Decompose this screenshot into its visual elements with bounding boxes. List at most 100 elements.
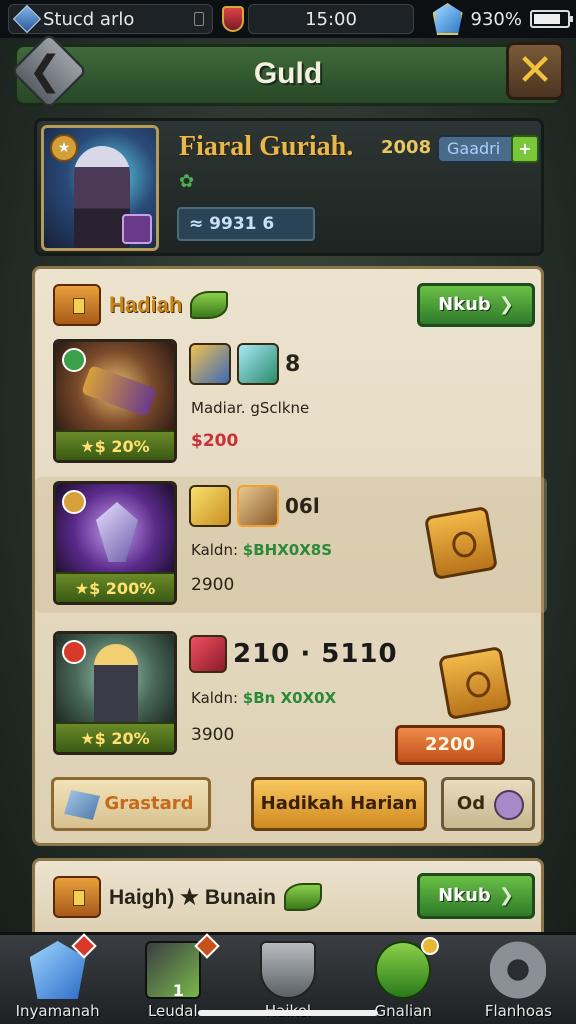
item-icons: 06l — [189, 485, 320, 527]
level-pill-label: Gaadri — [447, 139, 501, 158]
page-title: Guld — [253, 57, 323, 90]
chest-icon — [53, 876, 101, 918]
item-count: 06l — [285, 494, 320, 518]
gem-icon — [12, 4, 42, 34]
item-label: Kaldn: $BHX0X8S — [191, 541, 332, 559]
card-price: ★$ 20% — [56, 430, 174, 460]
item-label-value: gSclkne — [250, 399, 310, 417]
item-row[interactable]: ★$ 20% 8 Madiar. gSclkne $200 — [49, 335, 533, 471]
ruby-icon — [189, 635, 227, 673]
nkub-button[interactable]: Nkub ❯ — [417, 873, 535, 919]
power-pill: ≈ 9931 6 — [177, 207, 315, 241]
nkub-button-label: Nkub — [438, 885, 491, 906]
nkub-button[interactable]: Nkub ❯ — [417, 283, 535, 327]
status-left-text: Stucd arlo — [43, 8, 135, 30]
item-art — [56, 342, 174, 434]
chest-icon[interactable] — [423, 505, 499, 581]
status-right: 930% — [432, 3, 573, 35]
grastard-label: Grastard — [104, 793, 194, 814]
leaf-icon — [190, 291, 229, 319]
crystal-icon — [432, 3, 463, 35]
shield-icon — [260, 941, 316, 999]
gear-badge-icon — [420, 937, 439, 955]
level-pill[interactable]: Gaadri + — [437, 135, 541, 163]
creature-icon — [494, 790, 524, 820]
section-title: Haigh) ★ Bunain — [109, 885, 276, 909]
card-price: ★$ 200% — [56, 572, 174, 602]
nav-item-inyamanah[interactable]: Inyamanah — [0, 933, 115, 1024]
status-bar: Stucd arlo 15:00 930% — [0, 0, 576, 38]
item-row[interactable]: ★$ 200% 06l Kaldn: $BHX0X8S 2900 — [35, 477, 547, 613]
item-label-value: $BHX0X8S — [242, 541, 333, 559]
item-card[interactable]: ★$ 20% — [53, 631, 177, 755]
item-card[interactable]: ★$ 200% — [53, 481, 177, 605]
player-profile-card: ★ Fiaral Guriah. 2008 Gaadri + ✿ ≈ 9931 … — [34, 118, 544, 256]
item-label-prefix: Madiar. — [191, 399, 246, 417]
item-icons: 210 · 5110 — [189, 635, 398, 673]
lock-icon — [194, 12, 204, 26]
gear-icon — [490, 941, 547, 999]
nav-label: Inyamanah — [15, 1002, 100, 1020]
card-price: ★$ 20% — [56, 722, 174, 752]
class-badge-icon — [122, 214, 152, 244]
gem-icon — [62, 490, 86, 514]
hadiah-panel: Hadiah Nkub ❯ ★$ 20% 8 Madiar. gSclkne $2… — [32, 266, 547, 846]
feather-icon — [237, 343, 279, 385]
item-row[interactable]: ★$ 20% 210 · 5110 Kaldn: $Bn X0X0X 3900 … — [49, 627, 533, 765]
bow-icon — [189, 343, 231, 385]
shield-icon — [222, 6, 244, 32]
player-portrait[interactable]: ★ — [41, 125, 159, 251]
item-label: Kaldn: $Bn X0X0X — [191, 689, 336, 707]
hadikah-harian-button[interactable]: Hadikah Harian — [251, 777, 427, 831]
bottom-nav: Inyamanah 1 Leudal Haikel Gnalian Flanho… — [0, 932, 576, 1024]
item-label-value: $Bn X0X0X — [242, 689, 337, 707]
nkub-button-label: Nkub — [438, 294, 491, 315]
item-label-prefix: Kaldn: — [191, 541, 239, 559]
home-indicator[interactable] — [198, 1010, 378, 1016]
od-button[interactable]: Od — [441, 777, 535, 831]
item-icons: 8 — [189, 343, 300, 385]
status-time: 15:00 — [305, 8, 357, 30]
item-card[interactable]: ★$ 20% — [53, 339, 177, 463]
bunain-panel: Haigh) ★ Bunain Nkub ❯ — [32, 858, 544, 938]
close-button[interactable]: ✕ — [506, 42, 564, 100]
item-number: 3900 — [191, 725, 235, 745]
scroll-icon — [237, 485, 279, 527]
item-art — [56, 634, 174, 726]
gem-icon — [62, 348, 86, 372]
player-level: 2008 — [381, 137, 432, 158]
chevron-right-icon: ❯ — [498, 294, 514, 315]
grastard-button[interactable]: Grastard — [51, 777, 211, 831]
leaf-icon — [284, 883, 322, 911]
battery-text: 930% — [470, 8, 522, 30]
item-count: 8 — [285, 351, 301, 377]
chevron-right-icon: ❯ — [498, 885, 514, 906]
nav-item-flanhoas[interactable]: Flanhoas — [461, 935, 576, 1024]
gem-icon — [62, 640, 86, 664]
close-icon: ✕ — [516, 45, 554, 96]
leaf-icon: ✿ — [179, 171, 195, 192]
crystal-icon — [64, 790, 100, 820]
item-label-prefix: Kaldn: — [191, 689, 239, 707]
reward-price-button[interactable]: 2200 — [395, 725, 505, 765]
nav-badge-count: 1 — [172, 981, 184, 1000]
cube-icon — [189, 485, 231, 527]
hadikah-harian-label: Hadikah Harian — [260, 793, 418, 814]
header-bar: Guld — [14, 44, 562, 106]
chevron-left-icon[interactable]: ❮ — [20, 46, 70, 96]
chest-icon[interactable] — [437, 645, 513, 721]
item-number: $200 — [191, 431, 239, 451]
plus-icon[interactable]: + — [511, 135, 539, 163]
player-name: Fiaral Guriah. — [179, 131, 354, 162]
od-label: Od — [456, 793, 486, 814]
action-row: Grastard Hadikah Harian Od — [51, 777, 535, 833]
item-big-value: 210 · 5110 — [233, 639, 398, 669]
section-title: Hadiah — [109, 292, 183, 317]
status-center-pill: 15:00 — [248, 4, 414, 34]
rank-badge-icon: ★ — [50, 134, 78, 162]
status-left-pill: Stucd arlo — [8, 4, 213, 34]
chest-icon — [53, 284, 101, 326]
section-header: Haigh) ★ Bunain — [53, 875, 322, 919]
battery-icon — [530, 10, 573, 28]
item-number: 2900 — [191, 575, 235, 595]
